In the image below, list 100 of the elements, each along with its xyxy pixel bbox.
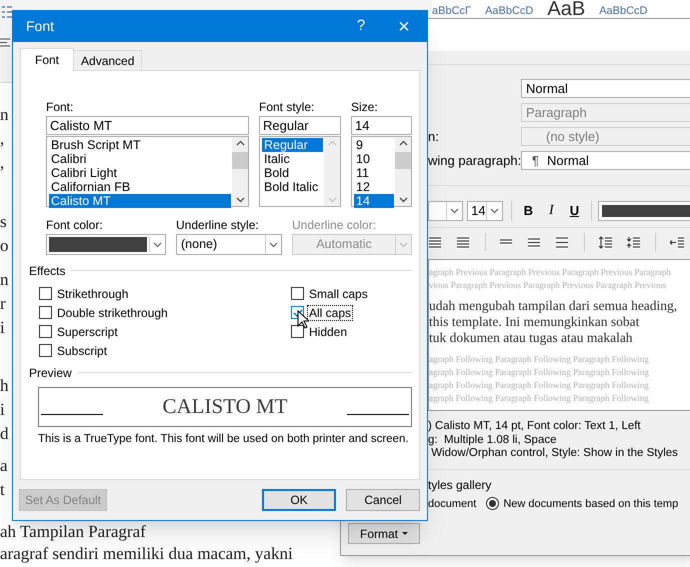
indent-icon[interactable] bbox=[670, 236, 684, 248]
document-heading: ah Tampilan Paragraf bbox=[0, 521, 146, 543]
numbered-list-icon[interactable] bbox=[2, 5, 12, 19]
chevron-icon bbox=[490, 208, 499, 214]
list-item[interactable]: Italic bbox=[262, 152, 323, 166]
document-text: n bbox=[0, 269, 8, 291]
chevron-icon bbox=[153, 242, 162, 248]
section-label: Effects bbox=[29, 262, 66, 280]
list-item[interactable]: 12 bbox=[354, 180, 394, 194]
list-item[interactable]: 14 bbox=[354, 194, 394, 208]
field-label: Font: bbox=[46, 101, 74, 116]
document-text: o bbox=[0, 235, 8, 257]
align-icon[interactable] bbox=[429, 236, 443, 248]
document-text: aragraf sendiri memiliki dua macam, yakni bbox=[0, 543, 293, 565]
preview-text: agraph Following Paragraph Following Paragraph Following bbox=[429, 379, 650, 392]
checkbox[interactable] bbox=[39, 325, 52, 338]
document-text: , bbox=[0, 128, 4, 150]
chevron-icon bbox=[269, 242, 278, 248]
style-sample[interactable]: AaB bbox=[547, 0, 586, 18]
chevron-icon bbox=[450, 208, 460, 214]
scrollbar[interactable] bbox=[395, 137, 411, 206]
document-text: a bbox=[0, 455, 8, 477]
style-sample[interactable]: AaBbCcD bbox=[485, 4, 534, 18]
dropdown[interactable]: ¶ Normal bbox=[521, 151, 690, 170]
scroll-down-icon[interactable] bbox=[398, 197, 408, 203]
checkbox[interactable] bbox=[39, 344, 52, 357]
list-item[interactable]: Calibri bbox=[49, 152, 231, 166]
color-dropdown[interactable] bbox=[46, 234, 166, 255]
list-box[interactable]: 9 10 11 12 14 bbox=[351, 136, 412, 207]
checkbox[interactable] bbox=[291, 287, 304, 300]
spacing-icon[interactable] bbox=[528, 236, 542, 248]
preview-text: vious Paragraph Previous Paragraph Previous Paragraph Previous bbox=[429, 279, 667, 292]
checkbox[interactable] bbox=[291, 325, 304, 338]
preview-text: agraph Following Paragraph Following Paragraph Following bbox=[429, 392, 650, 405]
field-label: Underline color: bbox=[292, 219, 378, 234]
radio-label: document bbox=[428, 496, 476, 512]
scroll-up-icon[interactable] bbox=[236, 140, 244, 146]
list-item[interactable]: Calibri Light bbox=[49, 166, 231, 180]
dialog-button[interactable]: OK bbox=[262, 489, 336, 511]
list-item[interactable]: Bold bbox=[262, 166, 323, 180]
style-sample[interactable]: aBbCcΓ bbox=[432, 4, 472, 18]
list-box[interactable]: Brush Script MT Calibri Calibri Light Californian FB Calisto MT bbox=[46, 136, 249, 207]
paragraph-spacing-icon[interactable] bbox=[627, 236, 641, 248]
checkbox-label: Double strikethrough bbox=[56, 306, 169, 320]
list-item[interactable]: Brush Script MT bbox=[49, 138, 231, 152]
description-text: ) Calisto MT, 14 pt, Font color: Text 1, Left bbox=[428, 420, 642, 434]
list-box[interactable]: Regular Italic Bold Bold Italic bbox=[259, 136, 341, 207]
list-item[interactable]: 10 bbox=[354, 152, 394, 166]
field-label: Font color: bbox=[46, 219, 104, 234]
line-spacing-icon[interactable] bbox=[599, 236, 613, 248]
input-field[interactable]: 14 bbox=[351, 116, 412, 135]
preview-text: udah mengubah tampilan dari semua heading, bbox=[429, 298, 678, 314]
field-value: Normal bbox=[546, 152, 589, 170]
list-item[interactable]: Californian FB bbox=[49, 180, 231, 194]
list-item[interactable]: Regular bbox=[262, 138, 323, 152]
document-text: s bbox=[0, 211, 7, 233]
list-item[interactable]: Bold Italic bbox=[262, 180, 323, 194]
pilcrow-icon: ¶ bbox=[532, 151, 539, 170]
align-icon[interactable] bbox=[0, 38, 10, 47]
scroll-down-icon[interactable] bbox=[236, 197, 244, 203]
input-field[interactable]: Calisto MT bbox=[46, 116, 249, 135]
checkbox-label: tyles gallery bbox=[428, 478, 492, 492]
close-button[interactable]: × bbox=[381, 11, 427, 42]
field-label: wing paragraph: bbox=[428, 152, 521, 170]
radio-option[interactable]: New documents based on this temp bbox=[486, 496, 678, 512]
info-text: This is a TrueType font. This font will be used on both printer and screen. bbox=[38, 432, 410, 447]
description-text: g: Multiple 1.08 li, Space bbox=[428, 434, 558, 447]
format-button[interactable]: Format bbox=[348, 523, 420, 544]
dropdown[interactable]: (none) bbox=[176, 234, 282, 255]
scrollbar[interactable] bbox=[232, 137, 248, 206]
underline-button[interactable]: U bbox=[568, 200, 582, 220]
document-text: t bbox=[0, 479, 5, 501]
checkbox[interactable] bbox=[39, 306, 52, 319]
field-label: Font style: bbox=[259, 101, 316, 116]
document-text: h bbox=[0, 375, 8, 397]
dialog-button[interactable]: Cancel bbox=[346, 489, 420, 511]
section-label: Preview bbox=[29, 364, 72, 382]
tab[interactable]: Font bbox=[20, 48, 74, 71]
input-field[interactable]: Regular bbox=[259, 116, 341, 135]
style-sample[interactable]: AaBbCcD bbox=[599, 4, 648, 18]
description-text: Widow/Orphan control, Style: Show in the Styles bbox=[430, 447, 679, 460]
list-item[interactable]: 9 bbox=[354, 138, 394, 152]
spacing-icon[interactable] bbox=[556, 236, 570, 248]
checkbox-label: All caps bbox=[308, 306, 352, 320]
color-dropdown[interactable] bbox=[598, 200, 690, 220]
checkbox-label: Strikethrough bbox=[56, 286, 130, 300]
italic-button[interactable]: I bbox=[547, 200, 556, 221]
checkbox[interactable] bbox=[39, 287, 52, 300]
list-item[interactable]: 11 bbox=[354, 166, 394, 180]
bold-button[interactable]: B bbox=[522, 200, 536, 220]
scroll-up-icon[interactable] bbox=[398, 140, 408, 146]
size-dropdown[interactable]: 14 bbox=[467, 200, 503, 220]
tab[interactable]: Advanced bbox=[74, 50, 142, 70]
list-item[interactable]: Calisto MT bbox=[49, 194, 231, 208]
input-field[interactable]: Normal bbox=[521, 79, 690, 98]
help-button[interactable]: ? bbox=[341, 11, 381, 42]
document-text: i bbox=[0, 399, 5, 421]
align-icon[interactable] bbox=[457, 236, 471, 248]
preview-text: agraph Following Paragraph Following Paragraph Following bbox=[429, 353, 650, 366]
document-text: , bbox=[0, 152, 4, 174]
